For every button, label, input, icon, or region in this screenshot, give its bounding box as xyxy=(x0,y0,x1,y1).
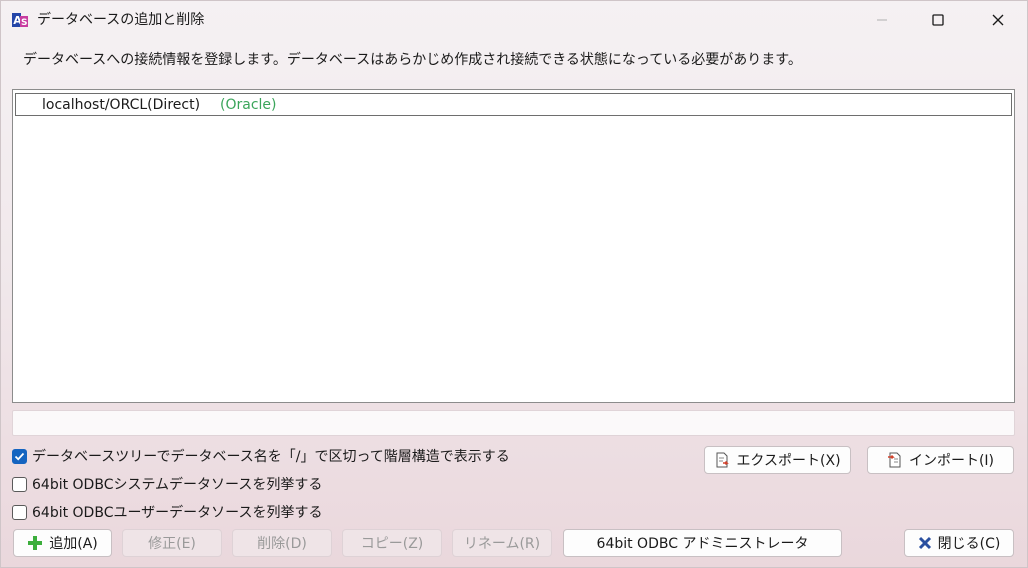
tree-hierarchy-checkbox[interactable] xyxy=(12,448,27,464)
minimize-icon xyxy=(877,19,887,21)
import-label: インポート(I) xyxy=(908,453,995,469)
add-label: 追加(A) xyxy=(49,536,98,552)
odbc-admin-button[interactable]: 64bit ODBC アドミニストレータ xyxy=(563,529,842,557)
rename-button[interactable]: リネーム(R) xyxy=(452,529,552,557)
odbc-system-checkbox[interactable] xyxy=(12,476,27,492)
close-icon xyxy=(992,14,1004,26)
database-list[interactable]: localhost/ORCL(Direct) (Oracle) xyxy=(12,89,1015,403)
maximize-button[interactable] xyxy=(915,1,961,39)
close-button[interactable]: 閉じる(C) xyxy=(904,529,1014,557)
odbc-system-label: 64bit ODBCシステムデータソースを列挙する xyxy=(32,477,323,493)
export-button[interactable]: エクスポート(X) xyxy=(704,446,851,474)
app-logo-icon: A S xyxy=(12,13,28,28)
delete-label: 削除(D) xyxy=(257,536,307,552)
export-icon xyxy=(716,452,730,468)
status-bar xyxy=(12,410,1015,436)
odbc-admin-label: 64bit ODBC アドミニストレータ xyxy=(596,536,809,552)
description-text: データベースへの接続情報を登録します。データベースはあらかじめ作成され接続できる… xyxy=(23,52,802,68)
close-label: 閉じる(C) xyxy=(937,536,1001,552)
rename-label: リネーム(R) xyxy=(463,536,541,552)
tree-hierarchy-label: データベースツリーでデータベース名を「/」で区切って階層構造で表示する xyxy=(32,449,510,465)
window-title: データベースの追加と削除 xyxy=(37,12,205,28)
add-button[interactable]: 追加(A) xyxy=(13,529,112,557)
odbc-system-checkbox-row[interactable]: 64bit ODBCシステムデータソースを列挙する xyxy=(12,474,322,494)
import-icon xyxy=(887,452,901,468)
export-label: エクスポート(X) xyxy=(736,453,841,469)
close-x-icon xyxy=(918,536,931,550)
edit-button[interactable]: 修正(E) xyxy=(122,529,222,557)
odbc-user-label: 64bit ODBCユーザーデータソースを列挙する xyxy=(32,505,323,521)
database-type: (Oracle) xyxy=(220,96,277,113)
copy-button[interactable]: コピー(Z) xyxy=(342,529,442,557)
checkmark-icon xyxy=(14,452,25,460)
plus-icon xyxy=(28,536,43,550)
minimize-button[interactable] xyxy=(859,1,905,39)
maximize-icon xyxy=(932,14,944,26)
tree-hierarchy-checkbox-row[interactable]: データベースツリーでデータベース名を「/」で区切って階層構造で表示する xyxy=(12,446,510,466)
edit-label: 修正(E) xyxy=(148,536,196,552)
database-name: localhost/ORCL(Direct) xyxy=(42,96,201,113)
copy-label: コピー(Z) xyxy=(360,536,424,552)
close-window-button[interactable] xyxy=(975,1,1021,39)
list-item[interactable]: localhost/ORCL(Direct) (Oracle) xyxy=(15,93,1012,116)
odbc-user-checkbox-row[interactable]: 64bit ODBCユーザーデータソースを列挙する xyxy=(12,502,322,522)
dialog-window: A S データベースの追加と削除 データベースへの接続情報を登録します。データベ… xyxy=(0,0,1028,568)
delete-button[interactable]: 削除(D) xyxy=(232,529,332,557)
svg-text:S: S xyxy=(21,18,27,28)
import-button[interactable]: インポート(I) xyxy=(867,446,1014,474)
title-bar: A S データベースの追加と削除 xyxy=(1,1,1027,39)
odbc-user-checkbox[interactable] xyxy=(12,504,27,520)
